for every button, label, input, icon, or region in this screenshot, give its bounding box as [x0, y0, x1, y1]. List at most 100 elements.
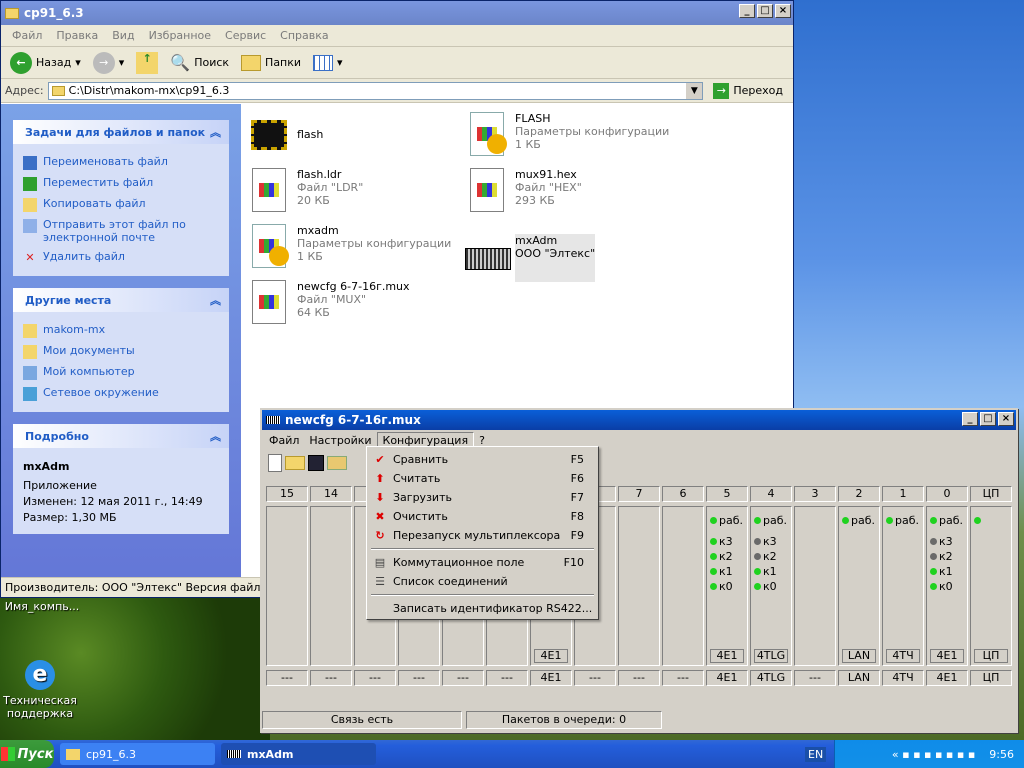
start-button[interactable]: Пуск — [0, 740, 54, 768]
search-button[interactable]: 🔍 Поиск — [167, 51, 232, 74]
place-makom-mx[interactable]: makom-mx — [23, 320, 219, 341]
slot-footer[interactable]: 4E1 — [926, 670, 968, 686]
file-item[interactable]: newcfg 6-7-16г.mux Файл "MUX" 64 КБ — [247, 280, 410, 328]
slot-footer[interactable]: --- — [442, 670, 484, 686]
slot-header[interactable]: 7 — [618, 486, 660, 502]
other-places-header[interactable]: Другие места ︽ — [13, 288, 229, 312]
slot-footer[interactable]: --- — [574, 670, 616, 686]
menu-item-compare[interactable]: ✔ Сравнить F5 — [369, 450, 596, 469]
file-item[interactable]: flash.ldr Файл "LDR" 20 КБ — [247, 168, 363, 216]
slot-7[interactable] — [618, 506, 660, 666]
slot-cp[interactable]: ЦП — [970, 506, 1012, 666]
up-button[interactable]: ↑ — [133, 50, 161, 76]
slot-2[interactable]: раб. LAN — [838, 506, 880, 666]
file-item[interactable]: mxadm Параметры конфигурации 1 КБ — [247, 224, 451, 272]
file-item[interactable]: flash — [247, 112, 323, 160]
slot-header[interactable]: ЦП — [970, 486, 1012, 502]
close-button[interactable]: × — [998, 412, 1014, 426]
views-button[interactable]: ▾ — [310, 53, 346, 73]
slot-footer[interactable]: 4E1 — [706, 670, 748, 686]
slot-header[interactable]: 6 — [662, 486, 704, 502]
folders-button[interactable]: Папки — [238, 53, 304, 73]
slot-header[interactable]: 3 — [794, 486, 836, 502]
menu-edit[interactable]: Правка — [49, 29, 105, 42]
taskbar-button-mxadm[interactable]: mxAdm — [221, 743, 376, 765]
slot-footer[interactable]: 4E1 — [530, 670, 572, 686]
slot-header[interactable]: 5 — [706, 486, 748, 502]
new-file-icon[interactable] — [268, 454, 282, 472]
menu-help[interactable]: Справка — [273, 29, 335, 42]
slot-footer[interactable]: --- — [310, 670, 352, 686]
forward-button[interactable]: → ▾ — [90, 50, 128, 76]
slot-header[interactable]: 4 — [750, 486, 792, 502]
slot-header[interactable]: 15 — [266, 486, 308, 502]
maximize-button[interactable]: □ — [980, 412, 996, 426]
clock[interactable]: 9:56 — [989, 748, 1014, 761]
slot-3[interactable] — [794, 506, 836, 666]
slot-footer[interactable]: --- — [266, 670, 308, 686]
file-item[interactable]: FLASH Параметры конфигурации 1 КБ — [465, 112, 669, 160]
slot-footer[interactable]: 4ТЧ — [882, 670, 924, 686]
email-file-link[interactable]: Отправить этот файл по электронной почте — [23, 215, 219, 247]
slot-footer[interactable]: --- — [398, 670, 440, 686]
open-folder-icon[interactable] — [285, 456, 305, 470]
details-header[interactable]: Подробно ︽ — [13, 424, 229, 448]
slot-header[interactable]: 0 — [926, 486, 968, 502]
slot-0[interactable]: раб. к3 к2 к1 к0 4E1 — [926, 506, 968, 666]
menu-item-connection-list[interactable]: ☰ Список соединений — [369, 572, 596, 591]
place-my-documents[interactable]: Мои документы — [23, 341, 219, 362]
slot-footer[interactable]: --- — [354, 670, 396, 686]
slot-footer[interactable]: --- — [662, 670, 704, 686]
language-indicator[interactable]: EN — [805, 746, 827, 762]
place-my-computer[interactable]: Мой компьютер — [23, 362, 219, 383]
slot-4[interactable]: раб. к3 к2 к1 к0 4TLG — [750, 506, 792, 666]
dropdown-arrow-icon[interactable]: ▼ — [686, 82, 703, 99]
place-network[interactable]: Сетевое окружение — [23, 383, 219, 404]
back-button[interactable]: ← Назад ▾ — [7, 50, 84, 76]
save-icon[interactable] — [308, 455, 324, 471]
file-item[interactable]: mux91.hex Файл "HEX" 293 КБ — [465, 168, 582, 216]
rename-file-link[interactable]: Переименовать файл — [23, 152, 219, 173]
menu-item-restart[interactable]: ↻ Перезапуск мультиплексора F9 — [369, 526, 596, 545]
minimize-button[interactable]: _ — [739, 4, 755, 18]
tray-icons[interactable]: « ▪ ▪ ▪ ▪ ▪ ▪ ▪ — [892, 748, 975, 761]
slot-header[interactable]: 14 — [310, 486, 352, 502]
move-file-link[interactable]: Переместить файл — [23, 173, 219, 194]
menu-view[interactable]: Вид — [105, 29, 141, 42]
menu-item-load[interactable]: ⬇ Загрузить F7 — [369, 488, 596, 507]
menu-favorites[interactable]: Избранное — [142, 29, 218, 42]
menu-item-clear[interactable]: ✖ Очистить F8 — [369, 507, 596, 526]
desktop-icon-support[interactable]: e Техническая поддержка — [2, 660, 78, 720]
slot-footer[interactable]: --- — [794, 670, 836, 686]
taskbar-button-explorer[interactable]: cp91_6.3 — [60, 743, 215, 765]
slot-footer[interactable]: --- — [486, 670, 528, 686]
copy-file-link[interactable]: Копировать файл — [23, 194, 219, 215]
slot-6[interactable] — [662, 506, 704, 666]
mxadm-title-bar[interactable]: newcfg 6-7-16г.mux _ □ × — [262, 410, 1016, 430]
file-item-selected[interactable]: mxAdm ООО "Элтекс" — [465, 234, 596, 282]
maximize-button[interactable]: □ — [757, 4, 773, 18]
file-tasks-header[interactable]: Задачи для файлов и папок ︽ — [13, 120, 229, 144]
slot-1[interactable]: раб. 4ТЧ — [882, 506, 924, 666]
menu-item-read[interactable]: ⬆ Считать F6 — [369, 469, 596, 488]
slot-5[interactable]: раб. к3 к2 к1 к0 4E1 — [706, 506, 748, 666]
menu-tools[interactable]: Сервис — [218, 29, 273, 42]
go-button[interactable]: → Переход — [707, 82, 789, 99]
menu-file[interactable]: Файл — [5, 29, 49, 42]
slot-footer[interactable]: 4TLG — [750, 670, 792, 686]
slot-footer[interactable]: ЦП — [970, 670, 1012, 686]
address-input[interactable]: C:\Distr\makom-mx\cp91_6.3 ▼ — [47, 81, 704, 100]
slot-footer[interactable]: --- — [618, 670, 660, 686]
slot-header[interactable]: 1 — [882, 486, 924, 502]
menu-item-write-rs422-id[interactable]: Записать идентификатор RS422... — [369, 599, 596, 618]
collapse-icon[interactable]: ︽ — [210, 292, 221, 308]
collapse-icon[interactable]: ︽ — [210, 428, 221, 444]
slot-footer[interactable]: LAN — [838, 670, 880, 686]
delete-file-link[interactable]: ✕ Удалить файл — [23, 247, 219, 268]
properties-icon[interactable] — [327, 456, 347, 470]
slot-15[interactable] — [266, 506, 308, 666]
collapse-icon[interactable]: ︽ — [210, 124, 221, 140]
explorer-title-bar[interactable]: cp91_6.3 _ □ × — [1, 1, 793, 25]
desktop-icon-computer-name[interactable]: Имя_компь... — [2, 600, 82, 613]
menu-item-switch-field[interactable]: ▤ Коммутационное поле F10 — [369, 553, 596, 572]
